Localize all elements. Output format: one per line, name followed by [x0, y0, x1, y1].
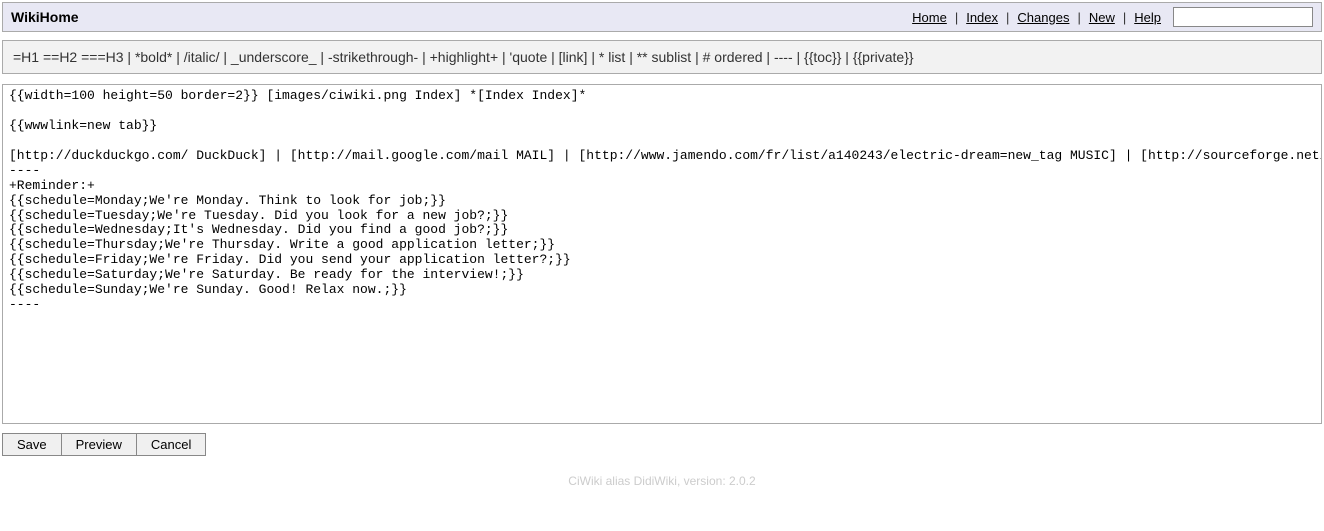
search-input[interactable] — [1173, 7, 1313, 27]
wiki-editor[interactable] — [2, 84, 1322, 424]
nav-new[interactable]: New — [1087, 10, 1117, 25]
nav-sep: | — [1077, 10, 1080, 25]
header-bar: WikiHome Home | Index | Changes | New | … — [2, 2, 1322, 32]
nav-changes[interactable]: Changes — [1015, 10, 1071, 25]
preview-button[interactable]: Preview — [61, 433, 137, 456]
footer-text: CiWiki alias DidiWiki, version: 2.0.2 — [2, 474, 1322, 488]
save-button[interactable]: Save — [2, 433, 62, 456]
nav-sep: | — [1006, 10, 1009, 25]
action-buttons: Save Preview Cancel — [2, 433, 1322, 456]
nav-sep: | — [955, 10, 958, 25]
page-title: WikiHome — [11, 9, 79, 25]
cancel-button[interactable]: Cancel — [136, 433, 206, 456]
nav-help[interactable]: Help — [1132, 10, 1163, 25]
nav-sep: | — [1123, 10, 1126, 25]
top-nav: Home | Index | Changes | New | Help — [910, 7, 1313, 27]
nav-home[interactable]: Home — [910, 10, 949, 25]
nav-index[interactable]: Index — [964, 10, 1000, 25]
syntax-hint-bar: =H1 ==H2 ===H3 | *bold* | /italic/ | _un… — [2, 40, 1322, 74]
